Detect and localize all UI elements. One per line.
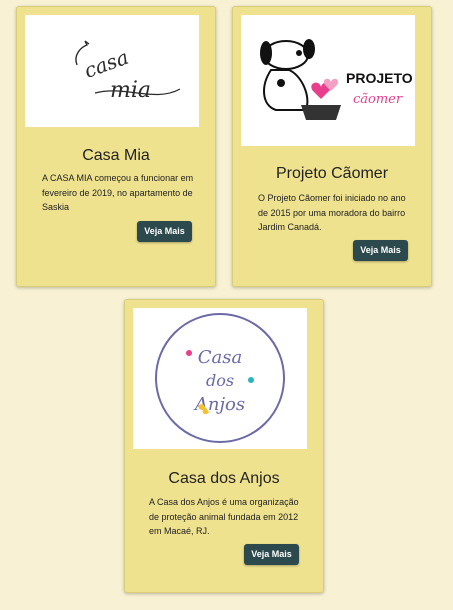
- anjos-logo-word-2: dos: [206, 371, 234, 390]
- card-title: Casa Mia: [82, 147, 150, 164]
- card-title: Casa dos Anjos: [168, 470, 280, 487]
- caomer-dog-illustration: PROJETO cãomer: [260, 39, 413, 120]
- card-description: O Projeto Cãomer foi iniciado no ano de …: [258, 193, 406, 232]
- card-title: Projeto Cãomer: [275, 165, 389, 182]
- caomer-logo-line1: PROJETO: [346, 70, 413, 86]
- casa-dos-anjos-logo: Casa dos Anjos: [133, 308, 307, 449]
- card-casa-dos-anjos: Casa dos Anjos Casa dos Anjos A Casa dos…: [124, 299, 324, 593]
- page: { "cards": [ { "title": "Casa Mia", "tex…: [0, 0, 453, 610]
- projeto-caomer-logo: PROJETO cãomer: [241, 15, 415, 146]
- card-projeto-caomer: PROJETO cãomer Projeto Cãomer O Projeto …: [232, 6, 432, 287]
- veja-mais-button[interactable]: Veja Mais: [244, 544, 299, 565]
- casa-mia-logo-art: casa mia: [75, 40, 181, 103]
- anjos-logo-word-1: Casa: [198, 347, 242, 368]
- card-casa-mia: casa mia Casa Mia A CASA MIA começou a f…: [16, 6, 216, 287]
- card-description: A CASA MIA começou a funcionar em fevere…: [42, 173, 194, 212]
- casa-dos-anjos-logo-art: Casa dos Anjos: [155, 313, 285, 443]
- card-description: A Casa dos Anjos é uma organização de pr…: [149, 497, 299, 536]
- casa-mia-logo: casa mia: [25, 15, 199, 127]
- veja-mais-button[interactable]: Veja Mais: [353, 240, 408, 261]
- caomer-logo-line2: cãomer: [353, 92, 403, 107]
- veja-mais-button[interactable]: Veja Mais: [137, 221, 192, 242]
